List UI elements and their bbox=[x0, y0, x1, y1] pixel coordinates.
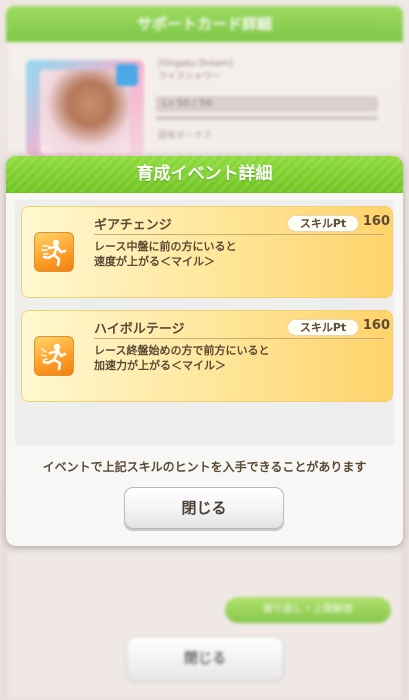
skill-description: レース終盤始めの方で前方にいると 加速力が上がる＜マイル＞ bbox=[94, 344, 270, 372]
acceleration-runner-icon bbox=[34, 336, 74, 376]
effect-label: 固有ボーナス bbox=[158, 131, 213, 141]
level-bar: Lv 50 / 50 bbox=[156, 96, 378, 112]
skill-description: レース中盤に前の方にいると 速度が上がる＜マイル＞ bbox=[94, 240, 237, 268]
skill-name: ハイボルテージ bbox=[94, 322, 185, 337]
close-button[interactable]: 閉じる bbox=[124, 487, 284, 529]
training-event-detail-dialog: 育成イベント詳細 ギアチェンジ スキルPt 160 レース中盤に前の方にいると … bbox=[6, 156, 403, 546]
dialog-title: 育成イベント詳細 bbox=[6, 156, 403, 193]
level-progress bbox=[156, 116, 378, 120]
skill-pt-label: スキルPt bbox=[287, 215, 359, 232]
background-close-button: 閉じる bbox=[126, 636, 284, 682]
hint-text: イベントで上記スキルのヒントを入手できることがあります bbox=[42, 460, 367, 474]
skill-list: ギアチェンジ スキルPt 160 レース中盤に前の方にいると 速度が上がる＜マイ… bbox=[15, 200, 394, 446]
skill-pt-value: 160 bbox=[362, 214, 390, 229]
skill-card[interactable]: ギアチェンジ スキルPt 160 レース中盤に前の方にいると 速度が上がる＜マイ… bbox=[21, 206, 393, 298]
speed-runner-icon bbox=[34, 232, 74, 272]
skill-name: ギアチェンジ bbox=[94, 218, 172, 233]
skill-pt-label: スキルPt bbox=[287, 319, 359, 336]
skill-card[interactable]: ハイボルテージ スキルPt 160 レース終盤始めの方で前方にいると 加速力が上… bbox=[21, 310, 393, 402]
card-type-badge-icon bbox=[116, 64, 138, 86]
support-card-name: [Ongaku Dream] ライスシャワー bbox=[158, 59, 233, 82]
skill-pt-value: 160 bbox=[362, 318, 390, 333]
limit-break-button: 振り返し・上限解放 bbox=[225, 597, 391, 623]
skill-divider bbox=[94, 234, 384, 235]
support-card-header: サポートカード詳細 bbox=[6, 6, 403, 42]
skill-divider bbox=[94, 338, 384, 339]
